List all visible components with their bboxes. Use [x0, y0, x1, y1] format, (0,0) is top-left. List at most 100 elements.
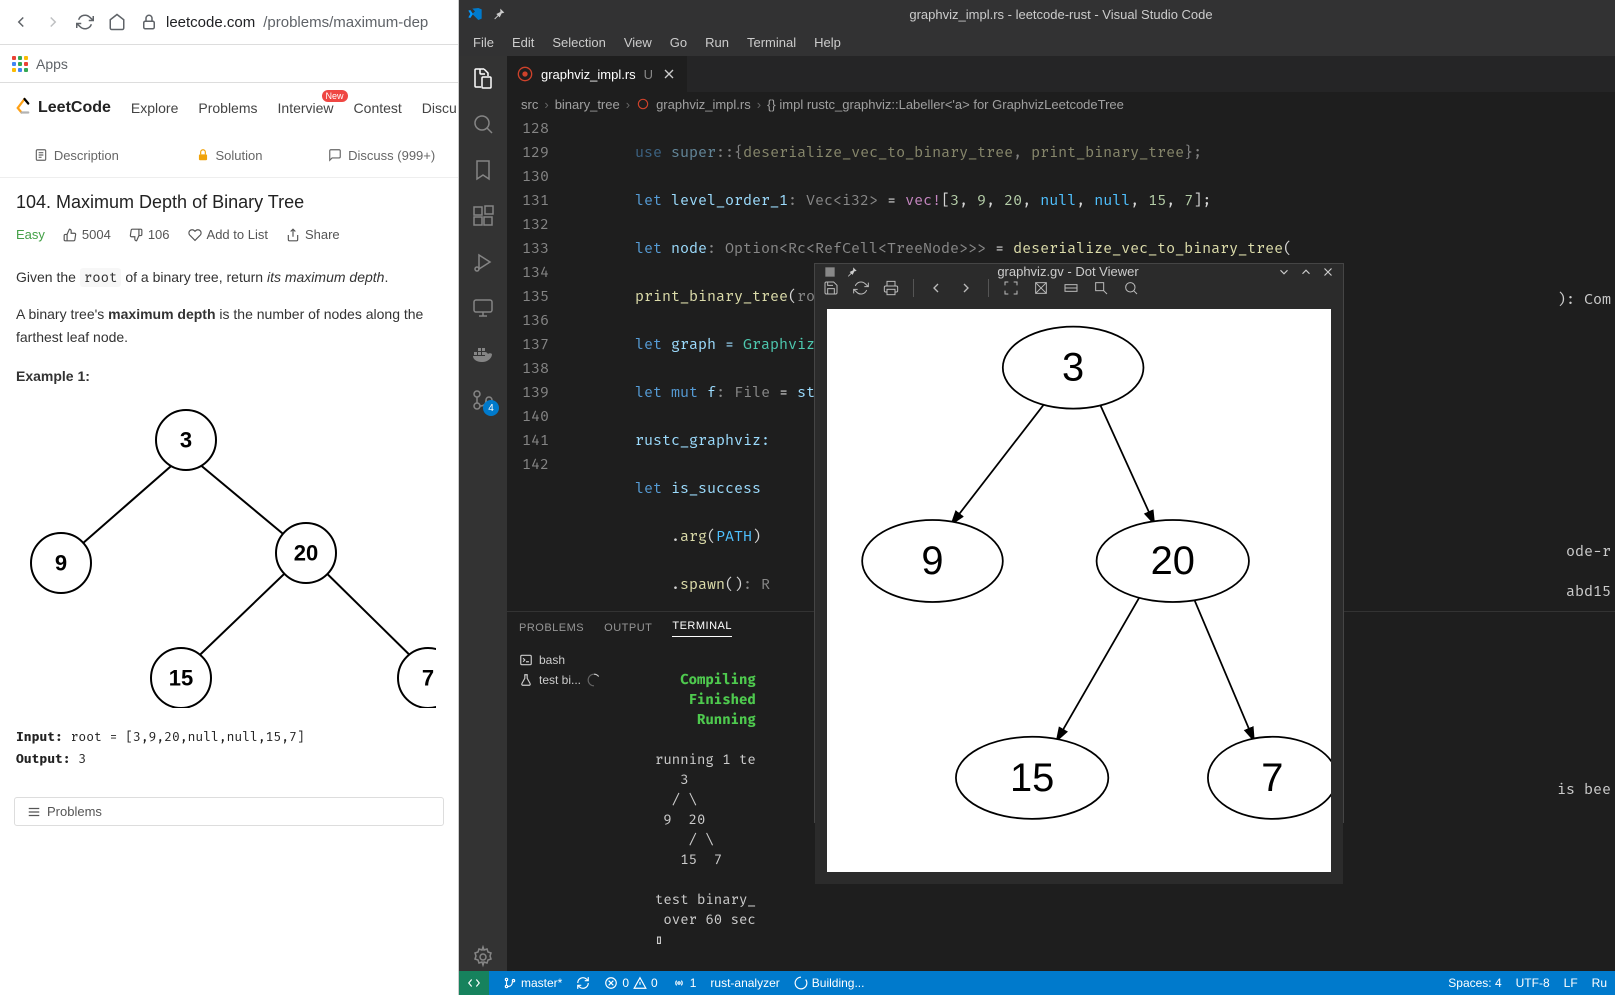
reload-icon[interactable] [76, 13, 94, 31]
bookmark-icon[interactable] [469, 156, 497, 184]
add-to-list[interactable]: Add to List [188, 227, 268, 242]
close-icon[interactable] [661, 66, 677, 82]
rust-file-icon [636, 97, 650, 111]
problems-drawer-button[interactable]: Problems [14, 797, 444, 826]
panel-tab-terminal[interactable]: TERMINAL [672, 620, 732, 637]
terminal-bash[interactable]: bash [513, 650, 641, 670]
forward-icon[interactable] [44, 13, 62, 31]
leetcode-logo[interactable]: LeetCode [14, 97, 111, 119]
apps-label[interactable]: Apps [36, 56, 68, 72]
sync-status[interactable] [576, 976, 590, 990]
extensions-icon[interactable] [469, 202, 497, 230]
branch-status[interactable]: master* [503, 976, 562, 990]
zoom-select-icon[interactable] [1093, 280, 1109, 296]
dot-viewer-canvas[interactable]: 3 9 20 15 7 [815, 297, 1343, 884]
discuss-icon [328, 148, 342, 162]
tab-description[interactable]: Description [0, 133, 153, 177]
editor-tab-graphviz[interactable]: graphviz_impl.rs U [507, 56, 688, 92]
close-icon[interactable] [1321, 265, 1335, 279]
scm-badge: 4 [483, 400, 499, 416]
zoom-actual-icon[interactable] [1033, 280, 1049, 296]
tab-discuss[interactable]: Discuss (999+) [305, 133, 458, 177]
remote-explorer-icon[interactable] [469, 294, 497, 322]
problem-title: 104. Maximum Depth of Binary Tree [16, 192, 442, 213]
remote-indicator[interactable] [459, 971, 489, 995]
menu-go[interactable]: Go [662, 33, 695, 52]
panel-tab-output[interactable]: OUTPUT [604, 622, 652, 634]
run-debug-icon[interactable] [469, 248, 497, 276]
likes[interactable]: 5004 [63, 227, 111, 242]
svg-text:3: 3 [1062, 346, 1084, 390]
back-icon[interactable] [12, 13, 30, 31]
save-icon[interactable] [823, 280, 839, 296]
next-icon[interactable] [958, 280, 974, 296]
url-path: /problems/maximum-dep [263, 14, 428, 31]
menu-selection[interactable]: Selection [544, 33, 613, 52]
nav-problems[interactable]: Problems [198, 100, 257, 116]
svg-text:15: 15 [169, 666, 193, 691]
chevron-up-icon[interactable] [1299, 265, 1313, 279]
window-title: graphviz_impl.rs - leetcode-rust - Visua… [515, 7, 1607, 22]
menu-file[interactable]: File [465, 33, 502, 52]
lang-status[interactable]: Ru [1592, 976, 1607, 990]
leetcode-logo-icon [14, 97, 32, 119]
prev-icon[interactable] [928, 280, 944, 296]
zoom-fit-icon[interactable] [1003, 280, 1019, 296]
dot-viewer-window[interactable]: graphviz.gv - Dot Viewer [814, 263, 1344, 823]
thumbs-down-icon [129, 228, 143, 242]
dot-viewer-title: graphviz.gv - Dot Viewer [867, 264, 1269, 279]
source-control-icon[interactable]: 4 [469, 386, 497, 414]
docker-icon[interactable] [469, 340, 497, 368]
dot-viewer-search[interactable] [1123, 280, 1335, 296]
dislikes[interactable]: 106 [129, 227, 170, 242]
statusbar: master* 0 0 1 rust-analyzer Building... … [459, 971, 1615, 995]
example-tree-diagram: 3 9 20 15 7 [16, 398, 436, 708]
address-bar[interactable]: leetcode.com/problems/maximum-dep [140, 13, 446, 31]
browser-window: leetcode.com/problems/maximum-dep Apps L… [0, 0, 459, 995]
breadcrumbs[interactable]: src› binary_tree› graphviz_impl.rs› {} i… [507, 92, 1615, 116]
building-status[interactable]: Building... [794, 976, 865, 990]
terminal-test[interactable]: test bi... [513, 670, 641, 690]
apps-icon[interactable] [12, 56, 28, 72]
svg-text:9: 9 [55, 551, 67, 576]
nav-contest[interactable]: Contest [354, 100, 402, 116]
settings-icon[interactable] [469, 943, 497, 971]
titlebar: graphviz_impl.rs - leetcode-rust - Visua… [459, 0, 1615, 28]
nav-discuss[interactable]: Discu [422, 100, 457, 116]
errors-status[interactable]: 0 0 [604, 976, 657, 990]
nav-interview[interactable]: InterviewNew [278, 100, 334, 116]
pin-icon[interactable] [491, 6, 507, 22]
zoom-width-icon[interactable] [1063, 280, 1079, 296]
radio-icon [672, 976, 686, 990]
rust-analyzer-status[interactable]: rust-analyzer [710, 976, 779, 990]
print-icon[interactable] [883, 280, 899, 296]
menu-run[interactable]: Run [697, 33, 737, 52]
tab-solution[interactable]: Solution [153, 133, 306, 177]
spaces-status[interactable]: Spaces: 4 [1448, 976, 1501, 990]
refresh-icon[interactable] [853, 280, 869, 296]
search-icon[interactable] [469, 110, 497, 138]
terminal-list: bash test bi... [507, 644, 647, 971]
svg-text:3: 3 [180, 428, 192, 453]
ports-status[interactable]: 1 [672, 976, 697, 990]
explorer-icon[interactable] [469, 64, 497, 92]
eol-status[interactable]: LF [1564, 976, 1578, 990]
pin-icon[interactable] [845, 265, 859, 279]
terminal-icon [519, 653, 533, 667]
encoding-status[interactable]: UTF-8 [1516, 976, 1550, 990]
line-gutter: 1281291301311321331341351361371381391401… [507, 116, 563, 611]
svg-text:7: 7 [422, 666, 434, 691]
menu-view[interactable]: View [616, 33, 660, 52]
svg-text:20: 20 [294, 541, 318, 566]
error-icon [604, 976, 618, 990]
chevron-down-icon[interactable] [1277, 265, 1291, 279]
share[interactable]: Share [286, 227, 340, 242]
menu-edit[interactable]: Edit [504, 33, 542, 52]
panel-tab-problems[interactable]: PROBLEMS [519, 622, 584, 634]
menu-help[interactable]: Help [806, 33, 849, 52]
home-icon[interactable] [108, 13, 126, 31]
menu-terminal[interactable]: Terminal [739, 33, 804, 52]
beaker-icon [519, 673, 533, 687]
dot-viewer-titlebar[interactable]: graphviz.gv - Dot Viewer [815, 264, 1343, 279]
nav-explore[interactable]: Explore [131, 100, 178, 116]
